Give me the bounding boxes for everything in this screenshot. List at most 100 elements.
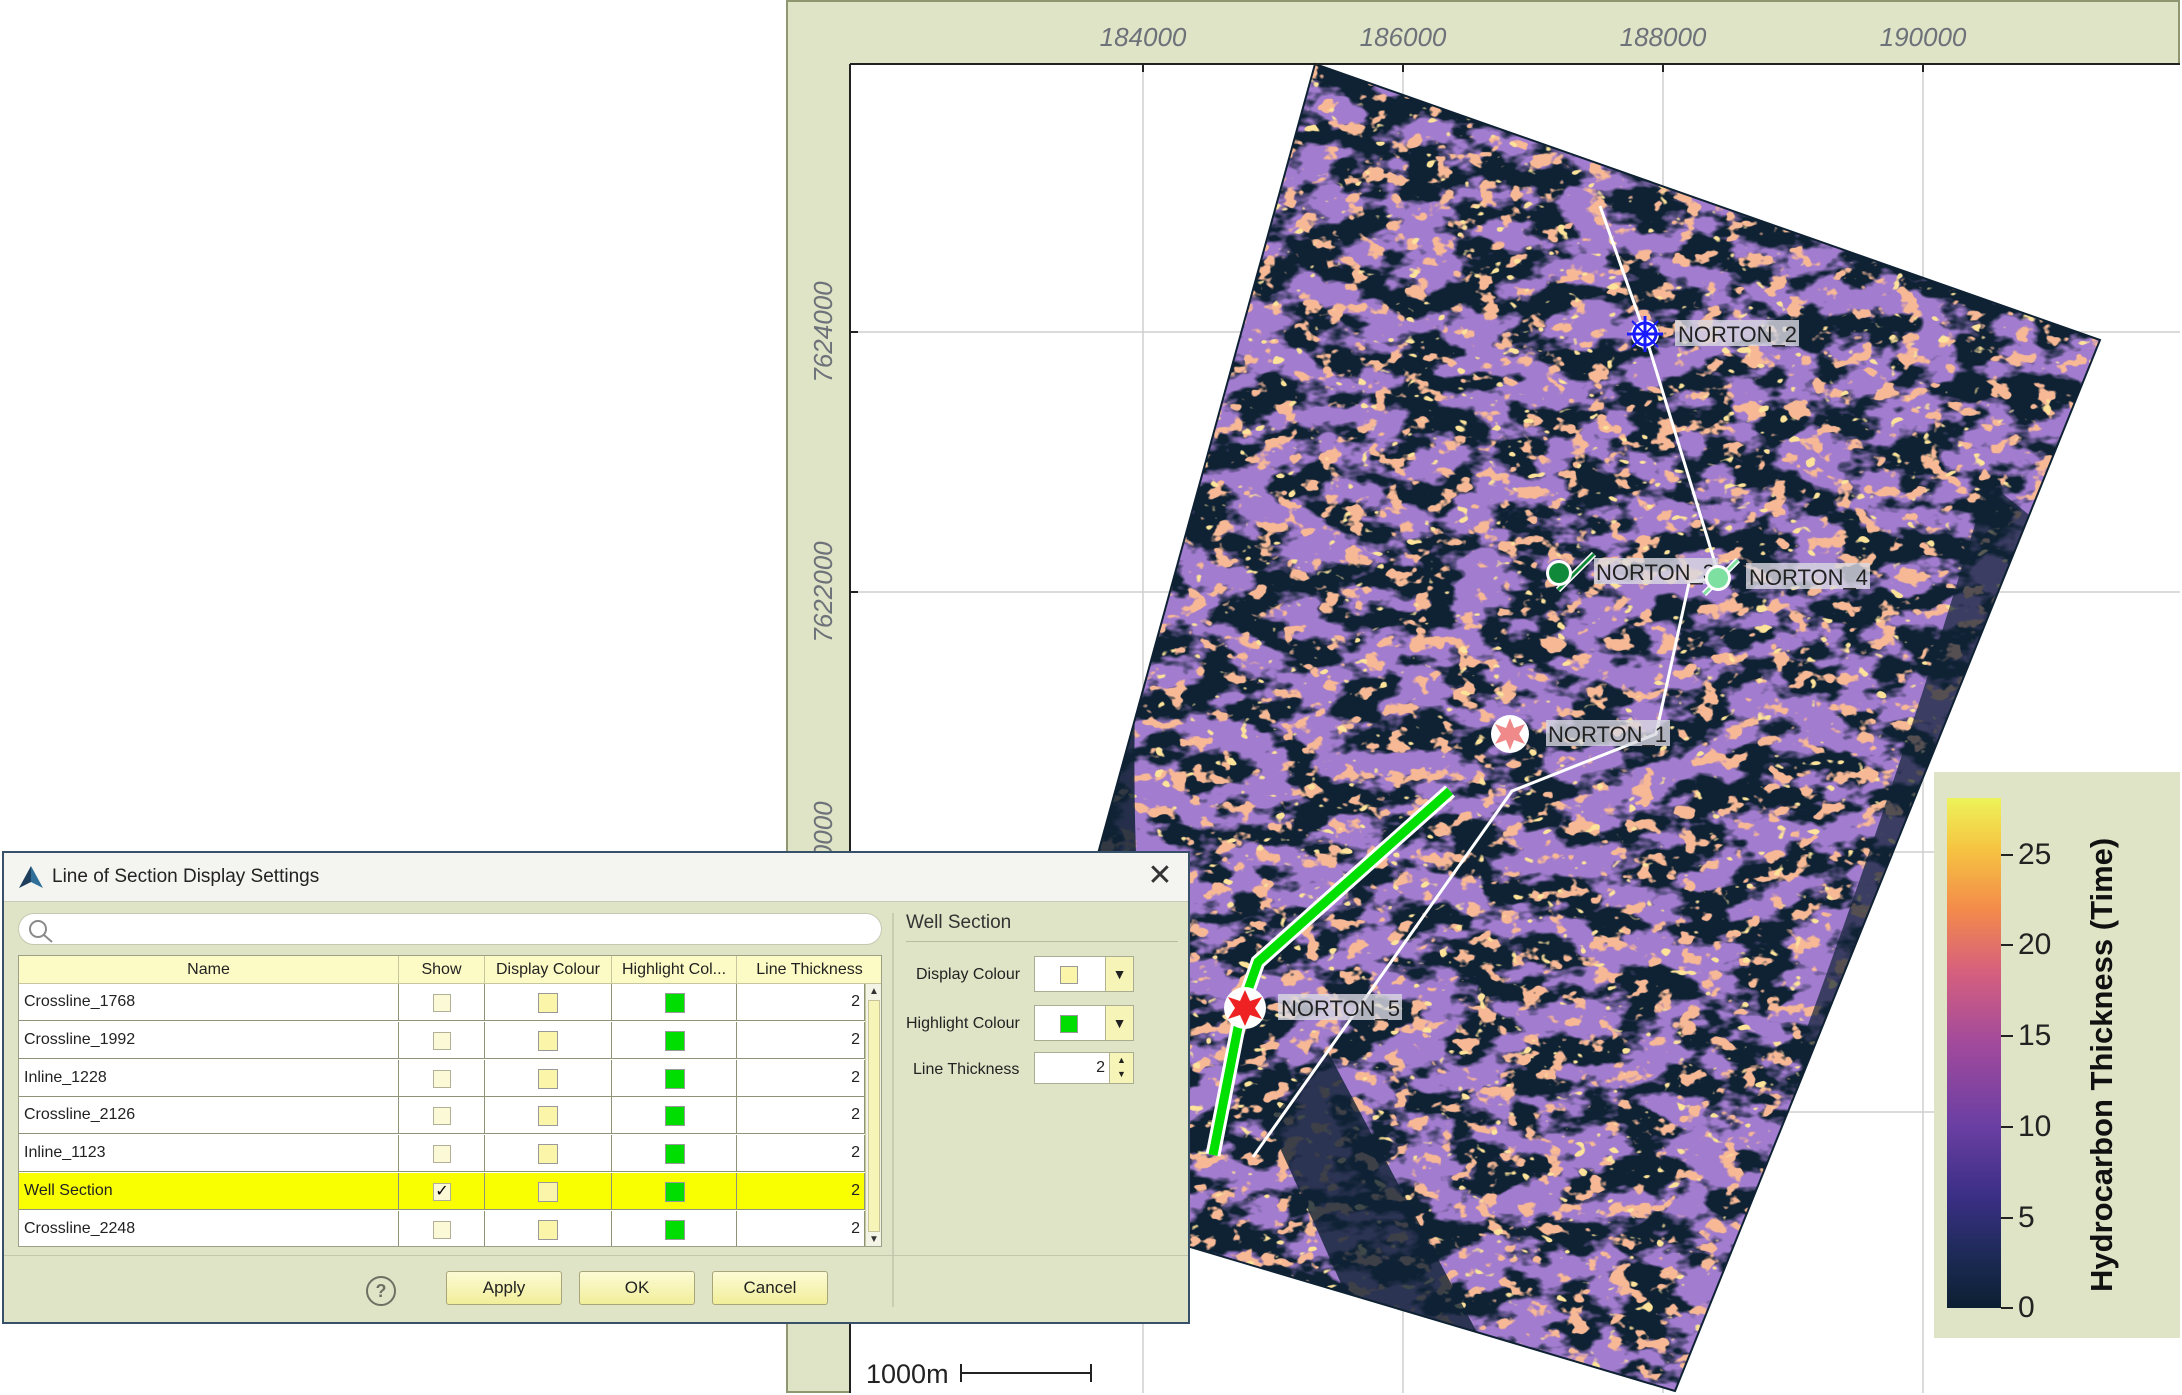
x-tick-label: 188000 xyxy=(1620,22,1707,52)
display-colour-swatch xyxy=(1060,966,1078,984)
table-row[interactable]: Crossline_2126 2 xyxy=(19,1097,865,1135)
display-colour-picker[interactable]: ▼ xyxy=(1034,956,1134,992)
column-header-show[interactable]: Show xyxy=(399,956,485,984)
panel-separator xyxy=(906,941,1178,942)
footer-separator xyxy=(4,1255,1188,1256)
chevron-down-icon[interactable]: ▼ xyxy=(1105,1006,1133,1040)
highlight-colour-swatch[interactable] xyxy=(665,1182,685,1202)
line-of-section-dialog: Line of Section Display Settings ✕ Name … xyxy=(2,851,1190,1324)
column-header-highlight-colour[interactable]: Highlight Col... xyxy=(612,956,737,984)
dialog-title: Line of Section Display Settings xyxy=(52,866,320,887)
line-thickness-cell[interactable]: 2 xyxy=(737,1097,865,1134)
line-thickness-cell[interactable]: 2 xyxy=(737,1021,865,1058)
highlight-colour-swatch[interactable] xyxy=(665,1144,685,1165)
line-thickness-stepper[interactable]: 2 ▲ ▼ xyxy=(1034,1052,1134,1084)
display-colour-cell xyxy=(485,1173,612,1209)
x-tick-label: 186000 xyxy=(1360,22,1447,52)
highlight-colour-label: Highlight Colour xyxy=(906,1015,1020,1032)
table-row[interactable]: Crossline_1992 2 xyxy=(19,1021,865,1059)
show-checkbox[interactable]: ✓ xyxy=(433,1183,451,1201)
show-checkbox[interactable] xyxy=(433,1145,451,1164)
display-colour-swatch[interactable] xyxy=(538,1144,558,1165)
column-header-line-thickness[interactable]: Line Thickness xyxy=(737,956,881,984)
highlight-colour-swatch[interactable] xyxy=(665,993,685,1013)
help-icon[interactable]: ? xyxy=(366,1276,396,1306)
well-label: NORTON_1 xyxy=(1548,722,1667,747)
close-button[interactable]: ✕ xyxy=(1142,859,1178,895)
display-colour-swatch[interactable] xyxy=(538,1106,558,1127)
search-input[interactable] xyxy=(63,918,867,942)
scroll-thumb[interactable] xyxy=(868,1000,880,1232)
table-row[interactable]: Inline_1123 2 xyxy=(19,1135,865,1173)
line-thickness-value[interactable]: 2 xyxy=(1096,1059,1105,1077)
highlight-colour-swatch[interactable] xyxy=(665,1030,685,1051)
line-thickness-cell[interactable]: 2 xyxy=(737,1135,865,1172)
display-colour-cell xyxy=(485,1059,612,1096)
row-name[interactable]: Crossline_2248 xyxy=(19,1210,399,1246)
row-name[interactable]: Crossline_2126 xyxy=(19,1097,399,1134)
highlight-colour-swatch[interactable] xyxy=(665,1068,685,1089)
table-row[interactable]: Crossline_2248 2 xyxy=(19,1210,865,1246)
legend-tick-label: 25 xyxy=(2018,838,2052,871)
scroll-up-icon[interactable]: ▲ xyxy=(869,986,879,997)
highlight-colour-cell xyxy=(612,1135,737,1172)
display-colour-swatch[interactable] xyxy=(538,1182,558,1202)
highlight-colour-swatch[interactable] xyxy=(665,1106,685,1127)
display-colour-swatch[interactable] xyxy=(538,1068,558,1089)
chevron-down-icon[interactable]: ▼ xyxy=(1105,957,1133,991)
show-checkbox[interactable] xyxy=(433,1220,451,1239)
y-tick-label: 7622000 xyxy=(808,541,838,643)
y-tick-label: 7624000 xyxy=(808,281,838,383)
table-row[interactable]: Inline_1228 2 xyxy=(19,1059,865,1097)
legend-tick-label: 10 xyxy=(2018,1110,2052,1143)
highlight-colour-cell xyxy=(612,1059,737,1096)
show-checkbox[interactable] xyxy=(433,1031,451,1050)
dialog-title-bar[interactable]: Line of Section Display Settings ✕ xyxy=(4,853,1188,902)
show-checkbox[interactable] xyxy=(433,1069,451,1088)
stepper-arrows-icon[interactable]: ▲ ▼ xyxy=(1109,1053,1133,1083)
highlight-colour-cell xyxy=(612,1021,737,1058)
line-thickness-cell[interactable]: 2 xyxy=(737,1210,865,1246)
line-thickness-cell[interactable]: 2 xyxy=(737,1173,865,1209)
cancel-button[interactable]: Cancel xyxy=(712,1271,828,1305)
display-colour-swatch[interactable] xyxy=(538,1219,558,1240)
search-box[interactable] xyxy=(18,913,882,945)
row-name[interactable]: Well Section xyxy=(19,1173,399,1209)
legend-tick xyxy=(2001,854,2013,856)
row-name[interactable]: Crossline_1768 xyxy=(19,984,399,1020)
legend-tick-label: 20 xyxy=(2018,928,2052,961)
highlight-colour-cell xyxy=(612,1097,737,1134)
sections-table: Name Show Display Colour Highlight Col..… xyxy=(18,955,882,1247)
legend-tick-label: 0 xyxy=(2018,1291,2035,1324)
well-label: NORTON_2 xyxy=(1678,322,1797,347)
scroll-down-icon[interactable]: ▼ xyxy=(869,1234,879,1245)
highlight-colour-cell xyxy=(612,1173,737,1209)
colorbar xyxy=(1947,798,2001,1308)
column-header-name[interactable]: Name xyxy=(19,956,399,984)
table-row[interactable]: Crossline_1768 2 xyxy=(19,984,865,1021)
highlight-colour-cell xyxy=(612,984,737,1020)
x-tick-label: 190000 xyxy=(1880,22,1967,52)
table-row[interactable]: Well Section ✓ 2 xyxy=(19,1173,865,1210)
search-icon xyxy=(29,920,53,943)
row-name[interactable]: Crossline_1992 xyxy=(19,1021,399,1058)
highlight-colour-picker[interactable]: ▼ xyxy=(1034,1005,1134,1041)
ok-button[interactable]: OK xyxy=(579,1271,695,1305)
legend-tick xyxy=(2001,1035,2013,1037)
show-checkbox[interactable] xyxy=(433,994,451,1012)
app-logo-icon xyxy=(19,866,43,888)
display-colour-swatch[interactable] xyxy=(538,993,558,1013)
apply-button[interactable]: Apply xyxy=(446,1271,562,1305)
line-thickness-cell[interactable]: 2 xyxy=(737,1059,865,1096)
show-checkbox[interactable] xyxy=(433,1107,451,1126)
column-header-display-colour[interactable]: Display Colour xyxy=(485,956,612,984)
legend-title: Hydrocarbon Thickness (Time) xyxy=(2084,837,2119,1292)
highlight-colour-swatch xyxy=(1060,1015,1078,1033)
display-colour-cell xyxy=(485,1021,612,1058)
table-scrollbar[interactable]: ▲ ▼ xyxy=(865,984,881,1246)
row-name[interactable]: Inline_1123 xyxy=(19,1135,399,1172)
line-thickness-cell[interactable]: 2 xyxy=(737,984,865,1020)
row-name[interactable]: Inline_1228 xyxy=(19,1059,399,1096)
highlight-colour-swatch[interactable] xyxy=(665,1219,685,1240)
display-colour-swatch[interactable] xyxy=(538,1030,558,1051)
